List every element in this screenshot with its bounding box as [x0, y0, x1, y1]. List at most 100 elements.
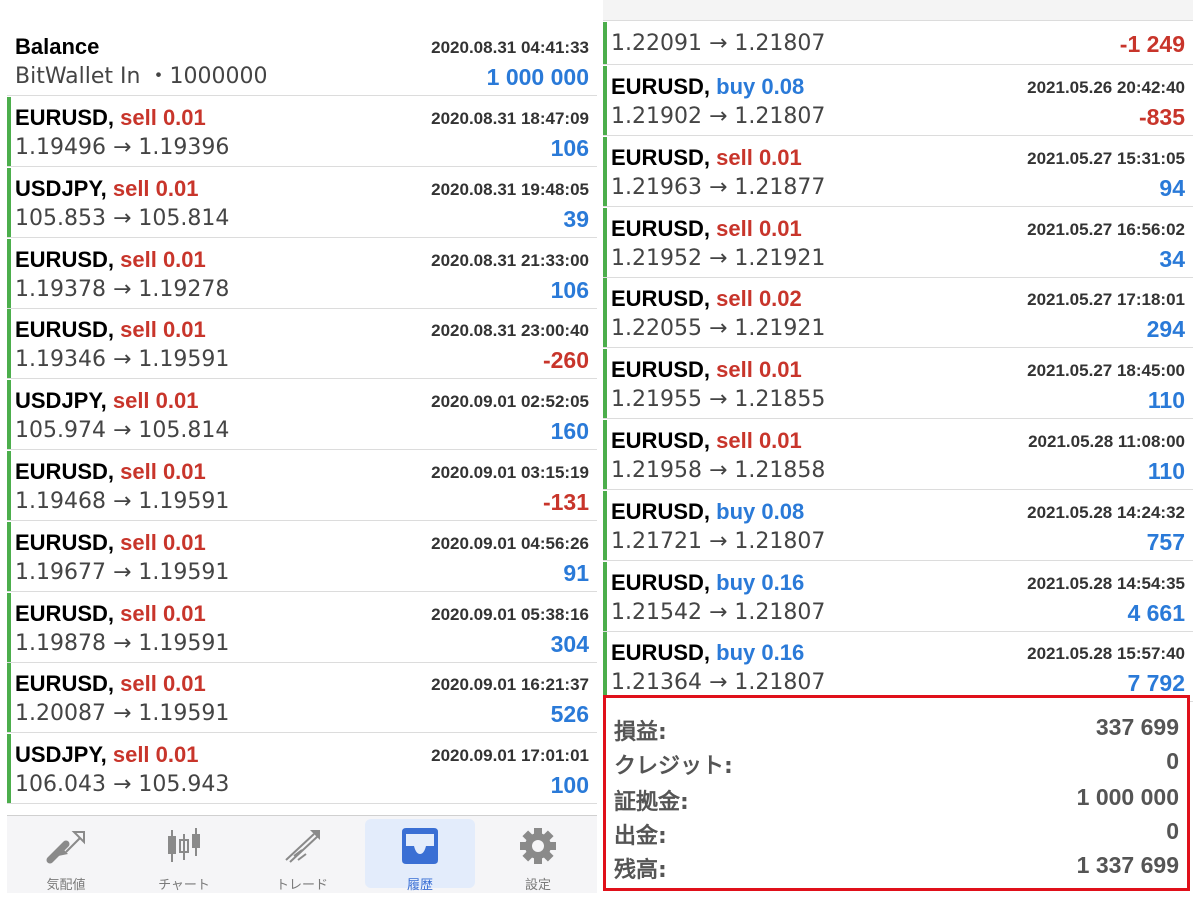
trade-row[interactable]: EURUSD, sell 0.02 2021.05.27 17:18:01 1.22…: [603, 278, 1193, 349]
trade-prices: 106.043 → 105.943: [15, 772, 230, 798]
summary-label: 出金:: [614, 824, 667, 849]
symbol-text: USDJPY,: [15, 742, 107, 768]
trade-pnl: -260: [542, 347, 589, 374]
trade-time: 2021.05.27 18:45:00: [1027, 361, 1185, 381]
trade-prices: 1.21364 → 1.21807: [611, 670, 826, 696]
trade-pnl: 526: [550, 701, 589, 728]
trade-time: 2021.05.28 11:08:00: [1028, 432, 1185, 451]
history-icon: [396, 824, 444, 868]
summary-withdrawal: 出金: 0: [614, 816, 1179, 850]
trade-row[interactable]: USDJPY, sell 0.01 2020.08.31 19:48:05 105.…: [7, 167, 597, 238]
tab-chart[interactable]: チャート: [125, 816, 243, 893]
trade-pnl: 39: [563, 205, 589, 232]
trade-symbol: USDJPY, sell 0.01: [15, 388, 198, 414]
balance-desc: BitWallet In ・1000000: [15, 64, 268, 89]
trade-pnl: 4 661: [1127, 599, 1185, 626]
trade-pnl: 94: [1159, 174, 1185, 201]
summary-label: クレジット:: [614, 754, 733, 779]
tab-quotes[interactable]: 気配値: [7, 816, 125, 893]
bottom-tab-bar: 気配値 チャート トレード 履歴 設定: [7, 815, 597, 893]
trade-row[interactable]: EURUSD, sell 0.01 2021.05.28 11:08:00 1.21…: [603, 420, 1193, 490]
trade-row[interactable]: EURUSD, sell 0.01 2020.08.31 18:47:09 1.19…: [7, 97, 597, 167]
trade-time: 2020.08.31 18:47:09: [431, 109, 589, 128]
trade-prices: 1.21958 → 1.21858: [611, 458, 826, 483]
trade-row[interactable]: EURUSD, buy 0.08 2021.05.28 14:24:32 1.217…: [603, 490, 1193, 561]
trade-symbol: EURUSD, sell 0.01: [15, 601, 206, 627]
trade-pnl: -1 249: [1119, 31, 1185, 57]
trade-row[interactable]: EURUSD, buy 0.16 2021.05.28 15:57:40 1.213…: [603, 632, 1193, 703]
trade-row[interactable]: EURUSD, sell 0.01 2020.09.01 04:56:26 1.19…: [7, 521, 597, 592]
trade-pnl: 757: [1146, 528, 1185, 555]
symbol-text: EURUSD,: [611, 144, 711, 170]
trade-row[interactable]: EURUSD, sell 0.01 2020.08.31 21:33:00 1.19…: [7, 238, 597, 309]
trade-time: 2021.05.28 14:24:32: [1027, 502, 1185, 522]
trade-time: 2020.09.01 05:38:16: [431, 604, 589, 624]
trade-row[interactable]: EURUSD, sell 0.01 2020.09.01 03:15:19 1.19…: [7, 451, 597, 521]
trade-row[interactable]: EURUSD, sell 0.01 2021.05.27 15:31:05 1.21…: [603, 136, 1193, 207]
trade-row[interactable]: EURUSD, buy 0.08 2021.05.26 20:42:40 1.219…: [603, 66, 1193, 136]
trade-prices: 1.22055 → 1.21921: [611, 316, 826, 342]
trade-row[interactable]: EURUSD, sell 0.01 2020.09.01 16:21:37 1.20…: [7, 663, 597, 734]
symbol-text: EURUSD,: [611, 74, 711, 99]
trade-symbol: EURUSD, sell 0.01: [611, 145, 802, 171]
trade-symbol: EURUSD, sell 0.01: [611, 216, 802, 242]
trade-prices: 1.19468 → 1.19591: [15, 489, 230, 514]
tab-label: 設定: [524, 878, 551, 893]
trade-icon: [278, 824, 326, 868]
trade-time: 2021.05.27 16:56:02: [1027, 219, 1185, 239]
trade-symbol: EURUSD, sell 0.01: [15, 317, 206, 343]
trade-symbol: EURUSD, sell 0.01: [15, 459, 206, 485]
summary-value: 0: [1166, 748, 1179, 774]
trade-row[interactable]: USDJPY, sell 0.01 2020.09.01 17:01:01 106.…: [7, 734, 597, 805]
balance-time: 2020.08.31 04:41:33: [431, 38, 589, 57]
trade-prices: 1.19878 → 1.19591: [15, 630, 230, 656]
trade-row-partial[interactable]: 1.22091 → 1.21807 -1 249: [603, 22, 1193, 65]
trade-side: sell 0.01: [716, 428, 802, 453]
trade-side: buy 0.08: [716, 74, 805, 99]
trade-row[interactable]: EURUSD, sell 0.01 2020.09.01 05:38:16 1.19…: [7, 592, 597, 663]
summary-label: 証拠金:: [614, 790, 689, 815]
trade-prices: 1.20087 → 1.19591: [15, 701, 230, 727]
summary-balance: 残高: 1 337 699: [614, 850, 1179, 884]
scroll-cutoff-bar: [603, 0, 1193, 21]
trade-prices: 1.21721 → 1.21807: [611, 528, 826, 554]
trade-pnl: 294: [1146, 316, 1185, 343]
trade-pnl: 106: [550, 276, 589, 303]
summary-credit: クレジット: 0: [614, 746, 1179, 780]
trade-row[interactable]: EURUSD, buy 0.16 2021.05.28 14:54:35 1.215…: [603, 561, 1193, 632]
symbol-text: EURUSD,: [611, 357, 711, 383]
trade-pnl: -835: [1138, 104, 1185, 130]
trade-row[interactable]: EURUSD, sell 0.01 2021.05.27 18:45:00 1.21…: [603, 349, 1193, 420]
balance-row[interactable]: Balance 2020.08.31 04:41:33 BitWallet In…: [7, 26, 597, 96]
trade-pnl: 34: [1159, 245, 1185, 272]
history-list-left: Balance 2020.08.31 04:41:33 BitWallet In…: [7, 0, 597, 893]
symbol-text: USDJPY,: [15, 388, 107, 414]
tab-label: チャート: [158, 878, 210, 893]
symbol-text: EURUSD,: [611, 569, 711, 595]
trade-symbol: EURUSD, sell 0.01: [15, 530, 206, 556]
balance-amount: 1 000 000: [486, 64, 589, 90]
trade-side: sell 0.01: [716, 215, 802, 241]
trade-prices: 105.853 → 105.814: [15, 205, 230, 231]
trade-side: sell 0.01: [112, 175, 199, 201]
trade-side: sell 0.01: [120, 459, 206, 484]
tab-label: トレード: [275, 878, 328, 893]
tab-trade[interactable]: トレード: [243, 816, 361, 893]
trade-side: sell 0.02: [716, 286, 802, 312]
summary-value: 1 337 699: [1076, 852, 1179, 878]
symbol-text: EURUSD,: [611, 640, 711, 666]
trade-pnl: 304: [550, 630, 589, 657]
symbol-text: EURUSD,: [15, 600, 115, 626]
trade-symbol: EURUSD, buy 0.08: [611, 499, 804, 525]
trade-row[interactable]: USDJPY, sell 0.01 2020.09.01 02:52:05 105.…: [7, 380, 597, 451]
symbol-text: EURUSD,: [15, 317, 115, 343]
tab-label: 履歴: [406, 878, 433, 893]
trade-time: 2020.09.01 03:15:19: [431, 463, 589, 482]
trade-row[interactable]: EURUSD, sell 0.01 2021.05.27 16:56:02 1.21…: [603, 207, 1193, 278]
trade-row[interactable]: EURUSD, sell 0.01 2020.08.31 23:00:40 1.19…: [7, 309, 597, 380]
trade-pnl: 100: [550, 772, 589, 799]
tab-settings[interactable]: 設定: [479, 816, 597, 893]
symbol-text: EURUSD,: [611, 215, 711, 241]
tab-history[interactable]: 履歴: [361, 816, 479, 893]
trade-side: sell 0.01: [120, 246, 206, 272]
